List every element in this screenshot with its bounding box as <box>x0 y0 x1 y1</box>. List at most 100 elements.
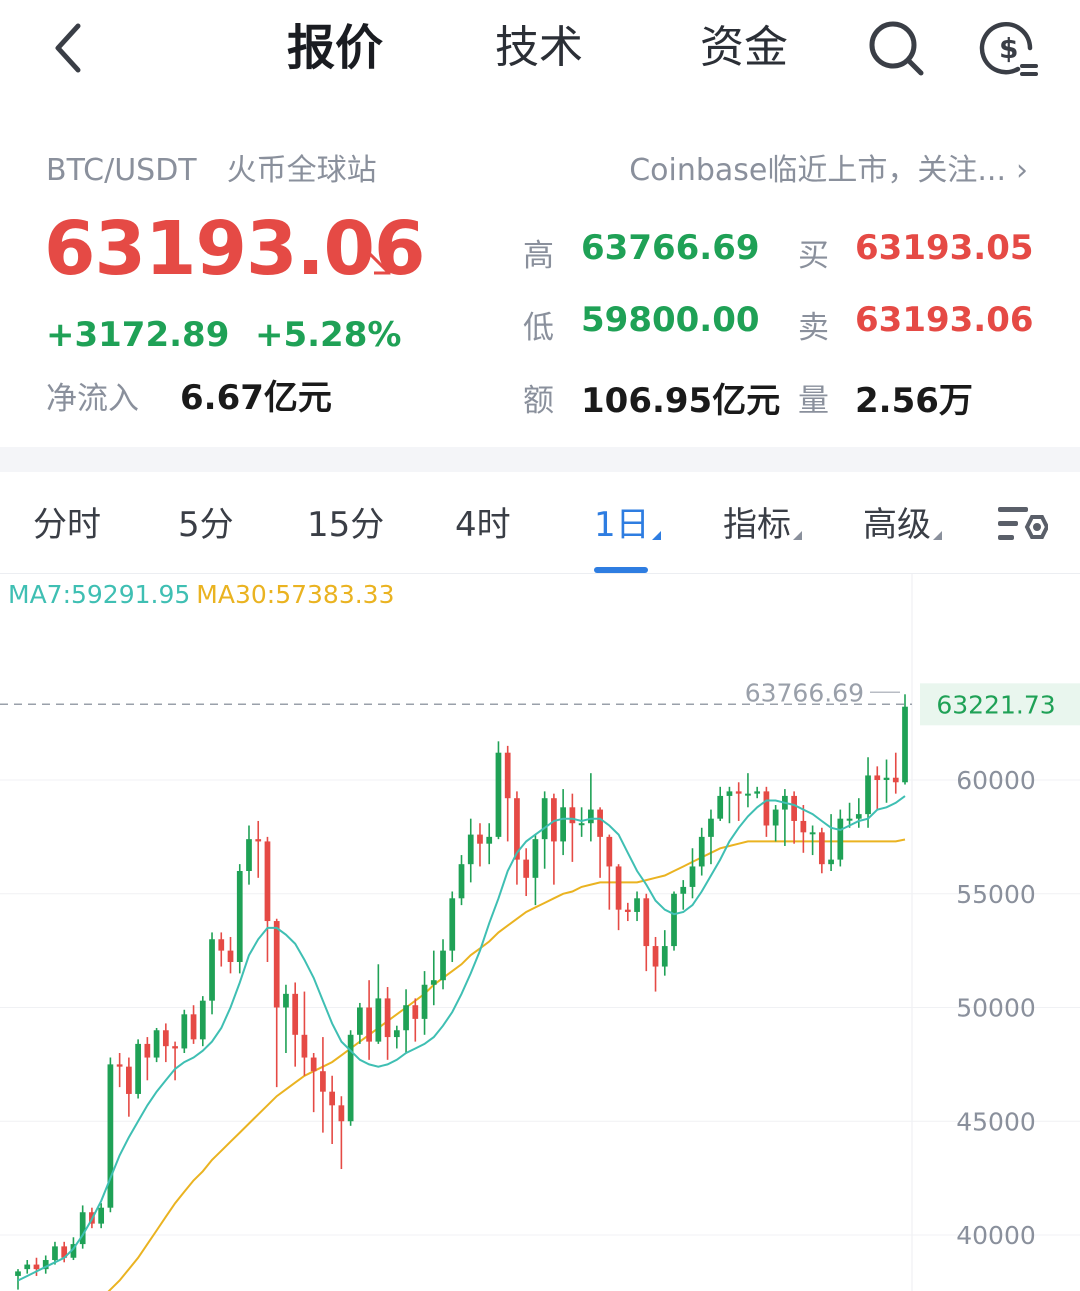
ma7-label: MA7:59291.95 <box>8 580 191 609</box>
period-tab-timeshare[interactable]: 分时 <box>33 500 101 550</box>
period-tab-indicators-label[interactable]: 指标 <box>723 505 791 545</box>
trading-pair: BTC/USDT 火币全球站 <box>46 145 377 189</box>
candle-body <box>403 1005 409 1031</box>
candle-body <box>726 791 733 796</box>
candle-body <box>541 798 548 840</box>
period-tab-advanced-label[interactable]: 高级 <box>863 505 931 545</box>
candle-body <box>634 898 640 912</box>
period-tab-indicators[interactable]: 指标 <box>723 500 802 550</box>
candle-body <box>800 820 807 833</box>
period-tab-15m[interactable]: 15分 <box>307 500 384 550</box>
candlestick-chart[interactable]: 60000 55000 50000 45000 40000 63766.69 63221.7… <box>0 574 1080 1291</box>
candle-body <box>135 1043 141 1094</box>
bid-value: 63193.05 <box>855 228 1034 268</box>
candle-body <box>33 1264 40 1270</box>
candle-body <box>892 777 899 783</box>
candle-body <box>218 939 225 951</box>
amount-value: 106.95亿元 <box>581 381 781 421</box>
chart-settings-icon[interactable] <box>996 504 1048 546</box>
candle-body <box>227 950 234 962</box>
candle-body <box>190 1014 197 1040</box>
candle-body <box>273 921 280 1008</box>
period-tab-1d-label[interactable]: 1日 <box>594 505 650 545</box>
candle-body <box>615 866 622 910</box>
dropdown-triangle-icon <box>651 531 661 540</box>
candle-body <box>98 1207 105 1224</box>
news-text[interactable]: Coinbase临近上市，关注... <box>629 153 1006 188</box>
y-tick-label: 55000 <box>956 880 1036 909</box>
candle-body <box>116 1064 123 1067</box>
y-tick-label: 50000 <box>956 994 1036 1023</box>
back-arrow-icon[interactable] <box>48 20 92 76</box>
candle-body <box>504 752 511 799</box>
candle-body <box>763 791 770 826</box>
tab-technical[interactable]: 技术 <box>495 18 583 78</box>
candle-body <box>671 893 677 947</box>
candle-body <box>264 841 271 922</box>
candle-body <box>578 823 585 826</box>
candle-body <box>52 1246 58 1261</box>
pair-symbol: BTC/USDT <box>46 153 197 188</box>
candle-body <box>209 939 215 1001</box>
chevron-right-icon[interactable]: › <box>1016 153 1028 188</box>
tab-funds[interactable]: 资金 <box>700 18 788 78</box>
dropdown-triangle-icon <box>793 531 802 540</box>
candle-body <box>818 832 825 865</box>
period-tab-1d[interactable]: 1日 <box>594 500 661 550</box>
tab-quote[interactable]: 报价 <box>287 18 383 78</box>
section-divider <box>0 447 1080 472</box>
candle-body <box>292 993 299 1035</box>
bid-label: 买 <box>798 238 829 274</box>
candle-body <box>680 886 687 894</box>
down-arrow-icon <box>366 250 391 275</box>
candle-body <box>310 1057 317 1072</box>
low-label: 低 <box>523 310 554 346</box>
candle-body <box>246 839 252 871</box>
exchange-name: 火币全球站 <box>226 153 377 188</box>
y-tick-label: 40000 <box>956 1221 1036 1250</box>
candle-body <box>495 752 502 837</box>
period-tab-4h[interactable]: 4时 <box>455 500 511 550</box>
currency-dollar-icon[interactable]: $ <box>978 18 1038 78</box>
candle-body <box>153 1030 160 1058</box>
candle-body <box>320 1071 326 1092</box>
volume-value: 2.56万 <box>855 381 973 421</box>
ma30-line <box>107 838 906 1291</box>
candle-body <box>375 998 382 1042</box>
candle-body <box>865 775 871 815</box>
candle-body <box>828 859 834 865</box>
low-value: 59800.00 <box>581 300 760 340</box>
svg-text:$: $ <box>999 32 1018 65</box>
dropdown-triangle-icon <box>933 531 942 540</box>
candle-body <box>458 864 465 899</box>
candle-body <box>791 795 797 821</box>
candle-body <box>255 839 262 842</box>
candle-body <box>393 1030 400 1038</box>
ma30-label: MA30:57383.33 <box>196 580 395 609</box>
ma-legend: MA7:59291.95 MA30:57383.33 <box>8 580 395 609</box>
net-inflow-value: 6.67亿元 <box>180 378 332 418</box>
candle-body <box>569 807 576 824</box>
price-change: +3172.89 <box>46 315 230 355</box>
candle-body <box>301 1034 308 1058</box>
candle-body <box>883 777 890 780</box>
candle-body <box>689 866 696 887</box>
volume-label: 量 <box>798 383 829 419</box>
price-change-percent: +5.28% <box>255 315 402 355</box>
net-inflow-label: 净流入 <box>46 381 139 417</box>
candle-body <box>107 1064 114 1208</box>
high-value: 63766.69 <box>581 228 760 268</box>
candle-body <box>172 1046 178 1049</box>
candle-body <box>181 1014 188 1049</box>
period-tab-advanced[interactable]: 高级 <box>863 500 942 550</box>
search-icon[interactable] <box>866 18 926 78</box>
candle-body <box>698 836 705 867</box>
candle-body <box>745 793 751 796</box>
candle-body <box>772 809 779 826</box>
candle-body <box>236 871 243 962</box>
candle-body <box>477 834 483 844</box>
news-ticker[interactable]: Coinbase临近上市，关注... › <box>629 145 1028 189</box>
candle-body <box>24 1264 31 1270</box>
period-tab-5m[interactable]: 5分 <box>178 500 234 550</box>
candle-body <box>652 946 659 967</box>
